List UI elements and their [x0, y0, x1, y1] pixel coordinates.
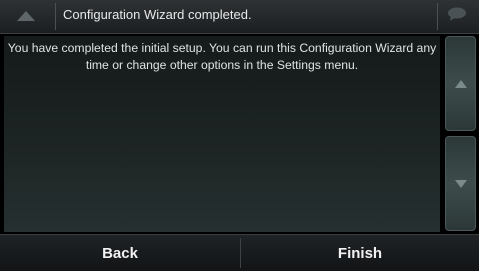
- message-panel: You have completed the initial setup. Yo…: [4, 36, 440, 232]
- finish-button[interactable]: Finish: [241, 235, 479, 271]
- title-menu-button[interactable]: [4, 4, 48, 28]
- title-divider: [55, 3, 56, 30]
- bottom-bar: Back Finish: [0, 234, 479, 271]
- scroll-up-button[interactable]: [445, 36, 476, 131]
- scroll-up-arrow-icon: [454, 75, 467, 93]
- speech-bubble-icon: [447, 7, 467, 26]
- wizard-screen: Configuration Wizard completed. You have…: [0, 0, 479, 271]
- scroll-down-arrow-icon: [454, 175, 467, 193]
- back-button[interactable]: Back: [0, 235, 240, 271]
- scroll-down-button[interactable]: [445, 136, 476, 231]
- messages-button[interactable]: [439, 4, 475, 28]
- title-divider-right: [437, 3, 438, 30]
- completion-message: You have completed the initial setup. Yo…: [7, 41, 437, 72]
- triangle-up-icon: [17, 11, 35, 21]
- title-bar: Configuration Wizard completed.: [0, 0, 479, 34]
- page-title: Configuration Wizard completed.: [63, 7, 252, 22]
